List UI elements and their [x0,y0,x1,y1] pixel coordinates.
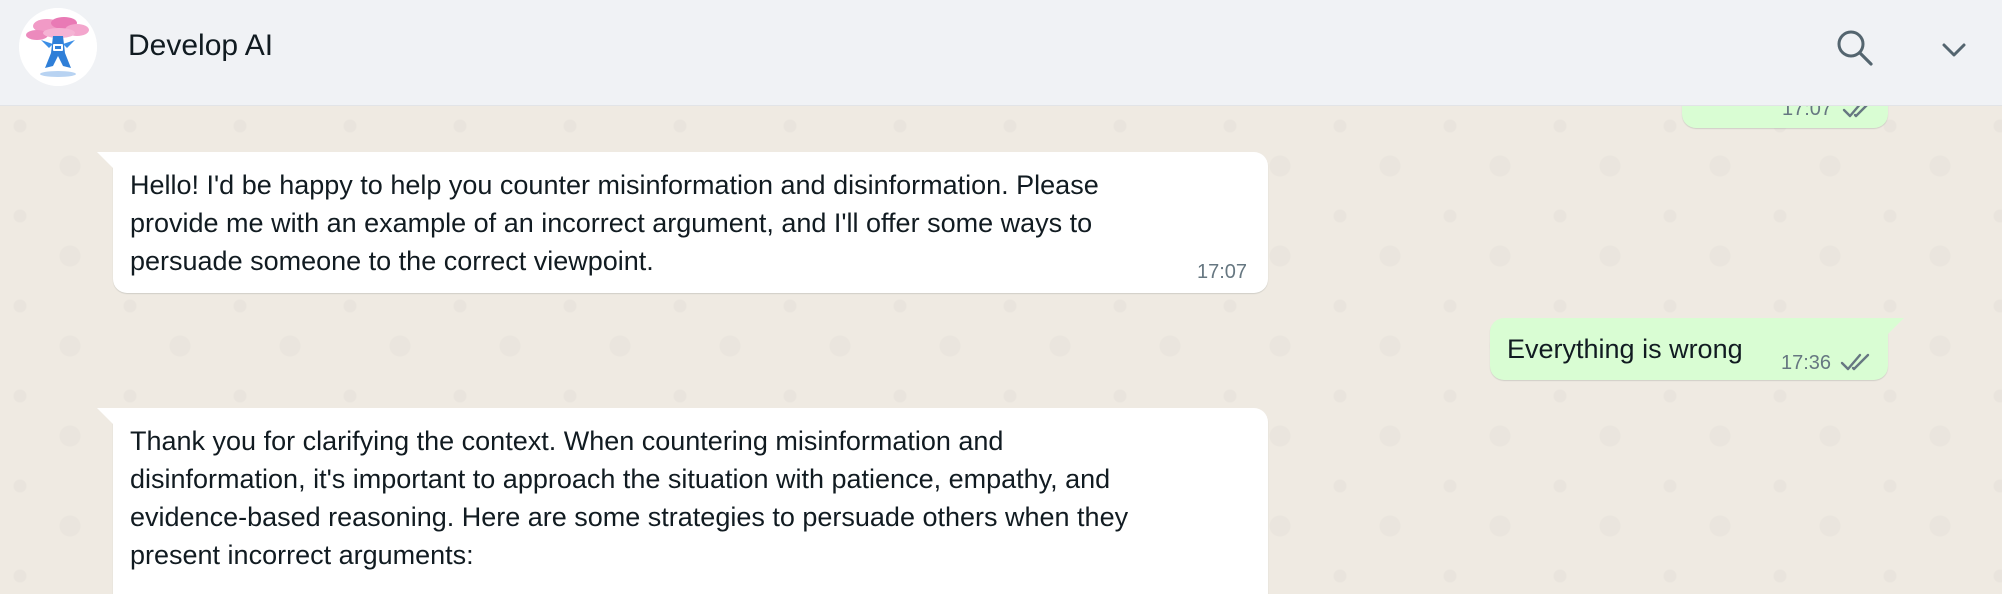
bubble-tail [97,152,113,168]
message-text: Hello! I'd be happy to help you counter … [130,170,1099,276]
bubble-tail [97,408,113,424]
bonsai-tree-avatar-icon [19,8,97,86]
avatar[interactable] [19,8,97,86]
message-text: Everything is wrong [1507,334,1743,364]
contact-name[interactable]: Develop AI [128,28,273,64]
search-icon[interactable] [1835,28,1875,68]
chevron-down-icon[interactable] [1937,33,1971,67]
outgoing-message-bubble[interactable]: Everything is wrong 17:36 [1490,318,1904,380]
read-double-check-icon [1840,353,1870,371]
incoming-message-bubble[interactable]: Hello! I'd be happy to help you counter … [97,152,1268,293]
bubble-tail [1888,318,1904,334]
message-time: 17:36 [1781,352,1832,374]
message-time: 17:07 [1197,261,1248,283]
message-text: Thank you for clarifying the context. Wh… [130,426,1129,570]
chat-window: 17:07 Hello! I'd be happy to help you co… [0,0,2002,594]
incoming-message-bubble[interactable]: Thank you for clarifying the context. Wh… [97,408,1268,594]
chat-header: Develop AI [0,0,2002,106]
